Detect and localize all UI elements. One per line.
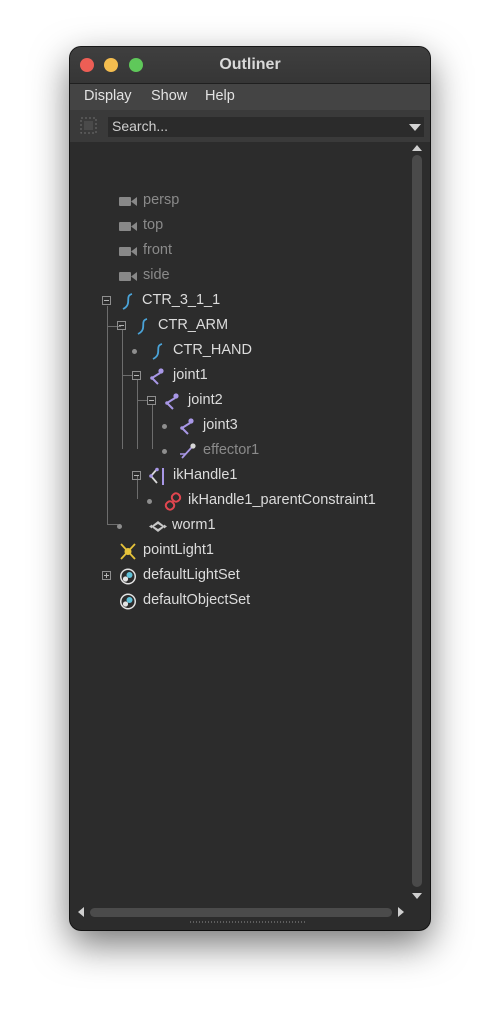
tree-item-label: worm1 xyxy=(172,517,216,533)
tree-item-label: ikHandle1 xyxy=(173,467,238,483)
tree-item-joint3[interactable]: joint3 xyxy=(70,414,408,439)
ik-handle-icon xyxy=(149,467,164,485)
tree-item-label: front xyxy=(143,242,173,258)
collapse-toggle[interactable] xyxy=(132,471,141,480)
joint-icon xyxy=(165,393,179,410)
menu-help[interactable]: Help xyxy=(205,88,235,104)
menu-display[interactable]: Display xyxy=(84,88,132,104)
nurbs-curve-icon xyxy=(137,318,148,335)
search-dropdown-arrow-icon[interactable] xyxy=(409,124,421,131)
tree-item-ctr-arm[interactable]: CTR_ARM xyxy=(70,314,408,339)
tree-item-defaultlightset[interactable]: defaultLightSet xyxy=(70,564,408,589)
tree-item-pointlight1[interactable]: pointLight1 xyxy=(70,539,408,564)
vertical-scroll-thumb[interactable] xyxy=(412,155,422,887)
tree-item-ctr-3-1-1[interactable]: CTR_3_1_1 xyxy=(70,289,408,314)
parent-constraint-icon xyxy=(164,492,182,511)
horizontal-scrollbar[interactable] xyxy=(76,905,406,919)
camera-icon xyxy=(119,272,137,281)
tree-item-side[interactable]: side xyxy=(70,264,408,289)
title-bar[interactable]: Outliner xyxy=(70,47,430,84)
tree-item-label: CTR_3_1_1 xyxy=(142,292,221,308)
tree-item-ctr-hand[interactable]: CTR_HAND xyxy=(70,339,408,364)
resize-grip[interactable] xyxy=(190,921,305,923)
menu-bar: Display Show Help xyxy=(70,84,430,110)
collapse-toggle[interactable] xyxy=(132,371,141,380)
tree-item-label: persp xyxy=(143,192,180,208)
tree-item-worm1[interactable]: worm1 xyxy=(70,514,408,539)
leaf-dot xyxy=(117,524,122,529)
effector-icon xyxy=(180,443,196,459)
search-bar: Search... xyxy=(70,110,430,142)
tree-item-label: CTR_HAND xyxy=(173,342,252,358)
tree-item-front[interactable]: front xyxy=(70,239,408,264)
tree-item-label: top xyxy=(143,217,164,233)
tree-item-joint1[interactable]: joint1 xyxy=(70,364,408,389)
tree-item-joint2[interactable]: joint2 xyxy=(70,389,408,414)
tree-item-label: defaultObjectSet xyxy=(143,592,251,608)
camera-icon xyxy=(119,247,137,256)
tree-item-ikhandle1-parentconstraint1[interactable]: ikHandle1_parentConstraint1 xyxy=(70,489,408,514)
camera-icon xyxy=(119,197,137,206)
window-title: Outliner xyxy=(219,56,281,73)
tree-item-label: effector1 xyxy=(203,442,260,458)
tree-item-label: ikHandle1_parentConstraint1 xyxy=(188,492,376,508)
tree-item-label: pointLight1 xyxy=(143,542,214,558)
tree-item-label: joint1 xyxy=(173,367,208,383)
scroll-left-arrow-icon[interactable] xyxy=(78,907,84,917)
outliner-window: Outliner Display Show Help Search... per… xyxy=(70,47,430,930)
tree-item-ikhandle1[interactable]: ikHandle1 xyxy=(70,464,408,489)
object-set-icon xyxy=(120,568,136,585)
leaf-dot xyxy=(132,349,137,354)
search-placeholder: Search... xyxy=(112,118,169,134)
collapse-toggle[interactable] xyxy=(117,321,126,330)
tree-item-label: CTR_ARM xyxy=(158,317,229,333)
menu-show[interactable]: Show xyxy=(151,88,187,104)
tree-item-effector1[interactable]: effector1 xyxy=(70,439,408,464)
collapse-toggle[interactable] xyxy=(147,396,156,405)
tree-item-defaultobjectset[interactable]: defaultObjectSet xyxy=(70,589,408,614)
camera-icon xyxy=(119,222,137,231)
filter-icon[interactable] xyxy=(80,117,97,134)
collapse-toggle[interactable] xyxy=(102,296,111,305)
joint-icon xyxy=(150,368,164,385)
tree-item-persp[interactable]: persp xyxy=(70,189,408,214)
tree-item-label: joint3 xyxy=(203,417,238,433)
leaf-dot xyxy=(162,424,167,429)
object-set-icon xyxy=(120,593,136,610)
tree-item-label: joint2 xyxy=(188,392,223,408)
scroll-down-arrow-icon[interactable] xyxy=(412,893,422,899)
group-icon xyxy=(149,521,167,532)
search-input[interactable]: Search... xyxy=(108,117,424,137)
tree-item-label: side xyxy=(143,267,170,283)
scroll-right-arrow-icon[interactable] xyxy=(398,907,404,917)
point-light-icon xyxy=(120,543,136,560)
horizontal-scroll-thumb[interactable] xyxy=(90,908,392,917)
joint-icon xyxy=(180,418,194,435)
nurbs-curve-icon xyxy=(122,293,133,310)
tree-item-top[interactable]: top xyxy=(70,214,408,239)
outliner-tree: persp top front side CTR_3_1_1 CTR_ARM C… xyxy=(70,142,408,902)
nurbs-curve-icon xyxy=(152,343,163,360)
leaf-dot xyxy=(147,499,152,504)
vertical-scrollbar[interactable] xyxy=(411,143,425,901)
leaf-dot xyxy=(162,449,167,454)
scroll-up-arrow-icon[interactable] xyxy=(412,145,422,151)
tree-item-label: defaultLightSet xyxy=(143,567,240,583)
expand-toggle[interactable] xyxy=(102,571,111,580)
